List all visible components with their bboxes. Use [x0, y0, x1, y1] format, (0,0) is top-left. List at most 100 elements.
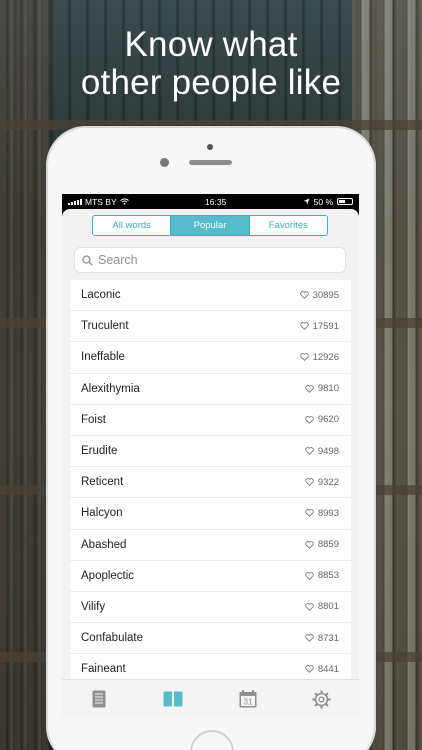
heart-icon [305, 447, 314, 455]
like-count-value: 9810 [317, 383, 339, 395]
like-count: 9810 [305, 383, 339, 394]
heart-icon [305, 384, 314, 393]
word-label: Ineffable [81, 351, 125, 364]
like-count-value: 8853 [317, 570, 339, 582]
like-count: 8859 [305, 539, 339, 550]
word-row[interactable]: Erudite 9498 [70, 436, 351, 468]
heart-icon [299, 322, 309, 331]
calendar-day: 31 [243, 698, 252, 707]
popular-words-list: Laconic 30895 Truculent 17591 Ineffable [70, 280, 351, 679]
word-label: Reticent [81, 476, 124, 489]
segment-favorites[interactable]: Favorites [250, 216, 327, 235]
word-label: Apoplectic [81, 569, 135, 582]
word-label: Laconic [81, 289, 121, 302]
heart-icon [299, 353, 309, 362]
tab-calendar[interactable]: 31 [228, 684, 268, 714]
like-count-value: 8801 [317, 601, 339, 613]
tab-bar: 31 [62, 679, 359, 718]
phone-camera [207, 144, 213, 150]
front-camera [160, 158, 169, 167]
like-count: 9498 [305, 446, 339, 457]
heart-icon [305, 665, 314, 674]
word-label: Erudite [81, 445, 118, 458]
like-count: 9620 [305, 414, 339, 425]
signal-icon [68, 198, 82, 205]
wifi-icon [119, 198, 129, 205]
segment-popular[interactable]: Popular [171, 216, 250, 235]
heart-icon [305, 571, 314, 580]
like-count: 8441 [305, 664, 339, 675]
battery-percent: 50 % [313, 196, 333, 207]
headline-line-1: Know what [124, 25, 298, 64]
heart-icon [305, 415, 314, 424]
heart-icon [305, 509, 314, 518]
word-row[interactable]: Faineant 8441 [70, 654, 351, 679]
word-row[interactable]: Apoplectic 8853 [70, 561, 351, 592]
word-label: Halcyon [81, 507, 123, 520]
calendar-icon: 31 [239, 690, 257, 708]
word-label: Confabulate [81, 632, 144, 645]
like-count-value: 9498 [317, 445, 339, 457]
like-count-value: 8859 [317, 539, 339, 551]
like-count-value: 30895 [312, 289, 339, 301]
word-row[interactable]: Laconic 30895 [70, 280, 351, 312]
book-icon [163, 691, 183, 707]
heart-icon [305, 540, 314, 549]
word-row[interactable]: Abashed 8859 [70, 530, 351, 561]
app-window: All words Popular Favorites Laconic 3089… [62, 209, 359, 718]
like-count: 9322 [305, 477, 339, 488]
battery-icon [337, 198, 353, 205]
like-count-value: 17591 [312, 320, 339, 332]
word-row[interactable]: Ineffable 12926 [70, 342, 351, 374]
like-count: 8853 [305, 570, 339, 581]
like-count-value: 12926 [312, 351, 339, 363]
like-count: 17591 [299, 320, 339, 332]
like-count-value: 9322 [317, 476, 339, 488]
segment-all-words[interactable]: All words [93, 216, 172, 235]
word-row[interactable]: Alexithymia 9810 [70, 374, 351, 405]
word-row[interactable]: Reticent 9322 [70, 467, 351, 499]
heart-icon [299, 291, 309, 300]
word-label: Faineant [81, 663, 126, 676]
word-filter-segmented-control: All words Popular Favorites [92, 215, 328, 236]
status-time: 16:35 [205, 196, 227, 207]
word-label: Alexithymia [81, 382, 140, 395]
phone-speaker [189, 160, 232, 165]
heart-icon [305, 634, 314, 643]
like-count-value: 8993 [317, 507, 339, 519]
phone-frame: MTS BY 16:35 50 % All words Popular Favo… [46, 126, 376, 750]
word-label: Foist [81, 413, 106, 426]
tab-all-words[interactable] [79, 684, 119, 714]
bookshelf-left [0, 0, 50, 750]
word-row[interactable]: Halcyon 8993 [70, 498, 351, 530]
like-count-value: 8731 [317, 632, 339, 644]
search-input[interactable] [98, 253, 328, 267]
carrier-name: MTS BY [85, 196, 117, 207]
word-row[interactable]: Foist 9620 [70, 405, 351, 436]
tab-popular[interactable] [153, 684, 193, 714]
word-row[interactable]: Confabulate 8731 [70, 623, 351, 655]
headline-line-2: other people like [80, 63, 342, 102]
word-label: Truculent [81, 320, 129, 333]
tab-settings[interactable] [302, 684, 342, 714]
word-label: Vilify [81, 600, 106, 613]
like-count-value: 8441 [317, 663, 339, 675]
like-count: 30895 [299, 289, 339, 301]
like-count: 8801 [305, 601, 339, 612]
word-row[interactable]: Vilify 8801 [70, 592, 351, 624]
search-icon [82, 254, 93, 266]
document-icon [92, 690, 106, 708]
heart-icon [305, 603, 314, 611]
phone-screen: MTS BY 16:35 50 % All words Popular Favo… [62, 194, 359, 718]
like-count: 8993 [305, 508, 339, 519]
heart-icon [305, 478, 314, 487]
like-count: 8731 [305, 633, 339, 644]
word-row[interactable]: Truculent 17591 [70, 311, 351, 343]
home-button[interactable] [190, 730, 234, 750]
status-bar: MTS BY 16:35 50 % [62, 194, 359, 209]
gear-icon [312, 689, 331, 709]
location-icon [303, 198, 310, 205]
promo-headline: Know what other people like [0, 26, 422, 102]
like-count: 12926 [299, 351, 339, 363]
search-bar[interactable] [74, 247, 346, 273]
